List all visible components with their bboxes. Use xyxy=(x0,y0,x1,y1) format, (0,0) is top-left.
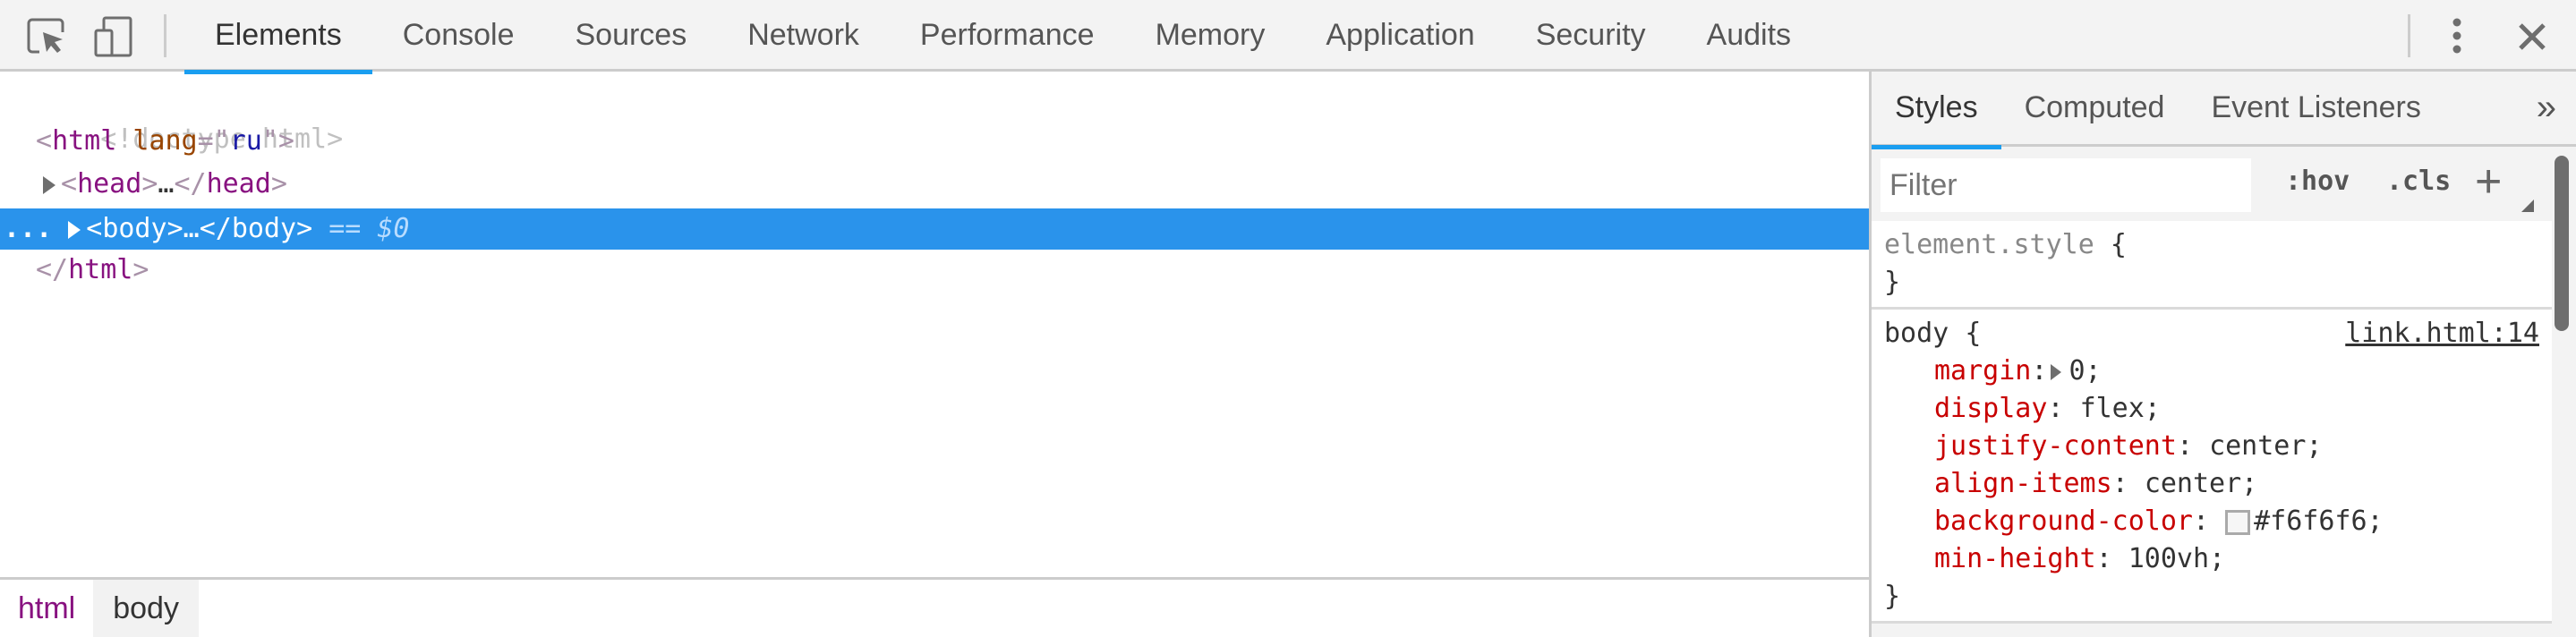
expand-triangle-icon[interactable] xyxy=(43,175,55,194)
breadcrumb-body[interactable]: body xyxy=(93,580,199,637)
class-toggle[interactable]: .cls xyxy=(2386,166,2451,197)
hover-state-toggle[interactable]: :hov xyxy=(2285,166,2350,197)
new-rule-menu-corner-icon[interactable] xyxy=(2521,200,2534,212)
toolbar-divider xyxy=(164,14,166,57)
rule-element-style: element.style { } xyxy=(1872,221,2552,310)
tab-performance[interactable]: Performance xyxy=(890,0,1125,72)
declaration[interactable]: justify-content: center; xyxy=(1884,428,2552,465)
filter-input[interactable] xyxy=(1881,158,2251,212)
inspect-element-icon[interactable] xyxy=(25,16,66,57)
kebab-menu-icon[interactable] xyxy=(2444,18,2470,54)
tab-memory[interactable]: Memory xyxy=(1125,0,1296,72)
tab-event-listeners[interactable]: Event Listeners xyxy=(2188,72,2444,147)
dom-node-body-selected[interactable]: ... <body>…</body> == $0 xyxy=(0,208,1869,250)
dom-node-html-close[interactable]: </html> xyxy=(0,250,1869,291)
styles-toolbar: :hov .cls + xyxy=(1872,149,2552,221)
tab-computed[interactable]: Computed xyxy=(2001,72,2188,147)
tab-network[interactable]: Network xyxy=(717,0,890,72)
rule-body: link.html:14 body { margin: 0; display: f… xyxy=(1872,310,2552,624)
device-toolbar-icon[interactable] xyxy=(93,16,134,57)
styles-sidebar: Styles Computed Event Listeners » :hov .… xyxy=(1869,72,2576,637)
rule-source-link[interactable]: link.html:14 xyxy=(2345,315,2539,352)
new-style-rule-button[interactable]: + xyxy=(2475,155,2502,208)
color-swatch[interactable] xyxy=(2225,509,2251,535)
devtools-toolbar: Elements Console Sources Network Perform… xyxy=(0,0,2576,74)
tab-sources[interactable]: Sources xyxy=(544,0,717,72)
tab-styles[interactable]: Styles xyxy=(1872,72,2001,149)
scrollbar-thumb[interactable] xyxy=(2555,156,2569,331)
tab-elements[interactable]: Elements xyxy=(184,0,372,74)
dom-node-head[interactable]: <head>…</head> xyxy=(0,164,1869,205)
console-ref: == $0 xyxy=(328,213,410,244)
breadcrumb-html[interactable]: html xyxy=(0,580,93,637)
expand-shorthand-icon[interactable] xyxy=(2051,363,2062,380)
dom-node-doctype[interactable]: <!doctype html> xyxy=(0,78,1869,155)
style-rules: element.style { } link.html:14 body { ma… xyxy=(1872,221,2552,637)
rule-selector[interactable]: body xyxy=(1884,318,1949,349)
tab-console[interactable]: Console xyxy=(372,0,545,72)
rule-selector: element.style xyxy=(1884,229,2094,260)
dom-node-html[interactable]: <html lang="ru"> xyxy=(0,121,1869,162)
more-tabs-chevron-icon[interactable]: » xyxy=(2537,88,2556,128)
tab-security[interactable]: Security xyxy=(1506,0,1676,72)
close-icon[interactable] xyxy=(2517,21,2547,52)
declaration[interactable]: margin: 0; xyxy=(1884,352,2552,390)
dom-tree: <!doctype html> <html lang="ru"> <head>…… xyxy=(0,74,1869,580)
declaration[interactable]: align-items: center; xyxy=(1884,465,2552,503)
tab-application[interactable]: Application xyxy=(1295,0,1505,72)
declaration[interactable]: display: flex; xyxy=(1884,390,2552,428)
expand-triangle-icon[interactable] xyxy=(68,220,81,239)
toolbar-divider-right xyxy=(2408,14,2410,57)
node-actions-dots[interactable]: ... xyxy=(4,213,52,244)
breadcrumb: html body xyxy=(0,577,1869,637)
declaration[interactable]: min-height: 100vh; xyxy=(1884,540,2552,578)
panel-tabs: Elements Console Sources Network Perform… xyxy=(184,0,1822,74)
styles-scrollbar[interactable] xyxy=(2553,152,2571,635)
sidebar-tabs: Styles Computed Event Listeners » xyxy=(1872,72,2576,149)
tab-audits[interactable]: Audits xyxy=(1676,0,1822,72)
declaration[interactable]: background-color: #f6f6f6; xyxy=(1884,503,2552,540)
